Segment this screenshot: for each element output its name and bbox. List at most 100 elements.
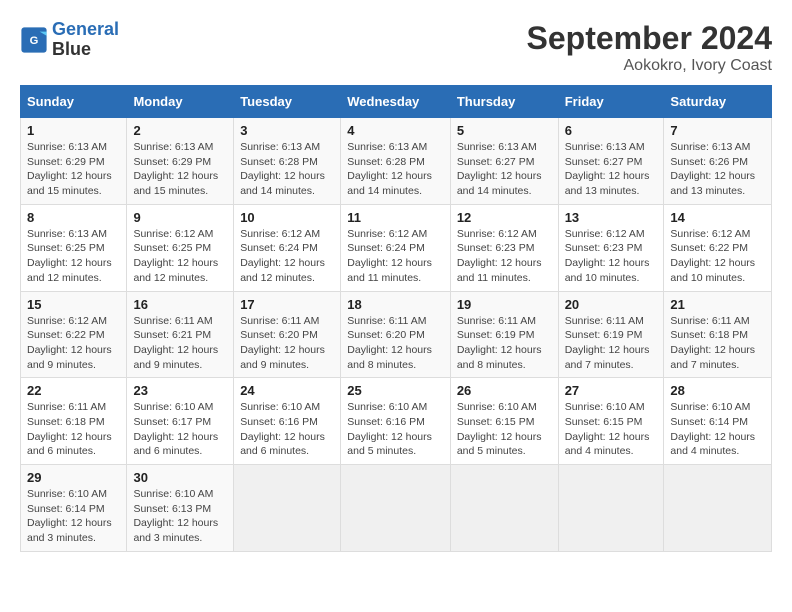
day-info: Sunrise: 6:10 AMSunset: 6:16 PMDaylight:… (347, 401, 432, 457)
day-number: 18 (347, 297, 444, 312)
calendar-cell: 16 Sunrise: 6:11 AMSunset: 6:21 PMDayligh… (127, 291, 234, 378)
day-number: 28 (670, 383, 765, 398)
day-info: Sunrise: 6:11 AMSunset: 6:19 PMDaylight:… (457, 315, 542, 371)
day-info: Sunrise: 6:11 AMSunset: 6:19 PMDaylight:… (565, 315, 650, 371)
calendar-cell: 11Sunrise: 6:12 AMSunset: 6:24 PMDayligh… (341, 204, 451, 291)
day-number: 26 (457, 383, 552, 398)
day-info: Sunrise: 6:10 AMSunset: 6:14 PMDaylight:… (27, 488, 112, 544)
header-tuesday: Tuesday (234, 86, 341, 118)
calendar-cell: 21Sunrise: 6:11 AMSunset: 6:18 PMDayligh… (664, 291, 772, 378)
calendar-cell: 30 Sunrise: 6:10 AMSunset: 6:13 PMDayligh… (127, 465, 234, 552)
calendar-cell: 1 Sunrise: 6:13 AMSunset: 6:29 PMDaylight… (21, 118, 127, 205)
calendar-cell: 25 Sunrise: 6:10 AMSunset: 6:16 PMDayligh… (341, 378, 451, 465)
day-number: 29 (27, 470, 120, 485)
day-info: Sunrise: 6:10 AMSunset: 6:15 PMDaylight:… (565, 401, 650, 457)
calendar-cell: 29 Sunrise: 6:10 AMSunset: 6:14 PMDayligh… (21, 465, 127, 552)
day-info: Sunrise: 6:12 AMSunset: 6:24 PMDaylight:… (240, 228, 325, 284)
calendar-week-5: 29 Sunrise: 6:10 AMSunset: 6:14 PMDayligh… (21, 465, 772, 552)
calendar-cell (341, 465, 451, 552)
calendar-cell: 24Sunrise: 6:10 AMSunset: 6:16 PMDayligh… (234, 378, 341, 465)
calendar-cell: 5 Sunrise: 6:13 AMSunset: 6:27 PMDaylight… (450, 118, 558, 205)
svg-text:G: G (30, 35, 39, 47)
day-info: Sunrise: 6:12 AMSunset: 6:23 PMDaylight:… (457, 228, 542, 284)
calendar-cell: 3 Sunrise: 6:13 AMSunset: 6:28 PMDaylight… (234, 118, 341, 205)
day-number: 11 (347, 210, 444, 225)
header-wednesday: Wednesday (341, 86, 451, 118)
day-info: Sunrise: 6:13 AMSunset: 6:28 PMDaylight:… (240, 141, 325, 197)
calendar-cell: 14Sunrise: 6:12 AMSunset: 6:22 PMDayligh… (664, 204, 772, 291)
header-monday: Monday (127, 86, 234, 118)
calendar-cell: 6 Sunrise: 6:13 AMSunset: 6:27 PMDaylight… (558, 118, 664, 205)
day-info: Sunrise: 6:11 AMSunset: 6:20 PMDaylight:… (240, 315, 325, 371)
day-number: 27 (565, 383, 658, 398)
calendar-cell (664, 465, 772, 552)
day-number: 14 (670, 210, 765, 225)
day-number: 1 (27, 123, 120, 138)
month-title: September 2024 (527, 20, 772, 57)
day-info: Sunrise: 6:13 AMSunset: 6:28 PMDaylight:… (347, 141, 432, 197)
day-number: 6 (565, 123, 658, 138)
calendar-cell: 20 Sunrise: 6:11 AMSunset: 6:19 PMDayligh… (558, 291, 664, 378)
day-info: Sunrise: 6:12 AMSunset: 6:23 PMDaylight:… (565, 228, 650, 284)
day-number: 9 (133, 210, 227, 225)
header-thursday: Thursday (450, 86, 558, 118)
day-number: 24 (240, 383, 334, 398)
calendar-cell: 13 Sunrise: 6:12 AMSunset: 6:23 PMDayligh… (558, 204, 664, 291)
day-number: 17 (240, 297, 334, 312)
day-info: Sunrise: 6:10 AMSunset: 6:17 PMDaylight:… (133, 401, 218, 457)
calendar-cell: 17 Sunrise: 6:11 AMSunset: 6:20 PMDayligh… (234, 291, 341, 378)
calendar-cell: 10 Sunrise: 6:12 AMSunset: 6:24 PMDayligh… (234, 204, 341, 291)
calendar-cell: 28Sunrise: 6:10 AMSunset: 6:14 PMDayligh… (664, 378, 772, 465)
calendar-cell: 7 Sunrise: 6:13 AMSunset: 6:26 PMDaylight… (664, 118, 772, 205)
calendar-cell: 26 Sunrise: 6:10 AMSunset: 6:15 PMDayligh… (450, 378, 558, 465)
logo-text: GeneralBlue (52, 20, 119, 60)
logo-icon: G (20, 26, 48, 54)
day-info: Sunrise: 6:12 AMSunset: 6:25 PMDaylight:… (133, 228, 218, 284)
day-info: Sunrise: 6:10 AMSunset: 6:13 PMDaylight:… (133, 488, 218, 544)
day-number: 22 (27, 383, 120, 398)
calendar-cell: 23 Sunrise: 6:10 AMSunset: 6:17 PMDayligh… (127, 378, 234, 465)
location-title: Aokokro, Ivory Coast (527, 57, 772, 75)
calendar-cell: 19Sunrise: 6:11 AMSunset: 6:19 PMDayligh… (450, 291, 558, 378)
day-number: 4 (347, 123, 444, 138)
day-number: 20 (565, 297, 658, 312)
calendar-cell: 22Sunrise: 6:11 AMSunset: 6:18 PMDayligh… (21, 378, 127, 465)
header-saturday: Saturday (664, 86, 772, 118)
header-sunday: Sunday (21, 86, 127, 118)
calendar-week-4: 22Sunrise: 6:11 AMSunset: 6:18 PMDayligh… (21, 378, 772, 465)
day-info: Sunrise: 6:13 AMSunset: 6:26 PMDaylight:… (670, 141, 755, 197)
day-number: 7 (670, 123, 765, 138)
day-number: 13 (565, 210, 658, 225)
calendar-cell (558, 465, 664, 552)
day-info: Sunrise: 6:12 AMSunset: 6:22 PMDaylight:… (27, 315, 112, 371)
calendar-header-row: SundayMondayTuesdayWednesdayThursdayFrid… (21, 86, 772, 118)
day-info: Sunrise: 6:13 AMSunset: 6:27 PMDaylight:… (565, 141, 650, 197)
day-info: Sunrise: 6:10 AMSunset: 6:15 PMDaylight:… (457, 401, 542, 457)
calendar-table: SundayMondayTuesdayWednesdayThursdayFrid… (20, 85, 772, 552)
calendar-cell: 2Sunrise: 6:13 AMSunset: 6:29 PMDaylight… (127, 118, 234, 205)
calendar-cell: 9 Sunrise: 6:12 AMSunset: 6:25 PMDaylight… (127, 204, 234, 291)
day-info: Sunrise: 6:13 AMSunset: 6:25 PMDaylight:… (27, 228, 112, 284)
day-number: 5 (457, 123, 552, 138)
calendar-cell: 8 Sunrise: 6:13 AMSunset: 6:25 PMDaylight… (21, 204, 127, 291)
day-number: 25 (347, 383, 444, 398)
day-info: Sunrise: 6:11 AMSunset: 6:21 PMDaylight:… (133, 315, 218, 371)
day-number: 10 (240, 210, 334, 225)
day-number: 30 (133, 470, 227, 485)
logo: G GeneralBlue (20, 20, 119, 60)
day-number: 23 (133, 383, 227, 398)
day-info: Sunrise: 6:13 AMSunset: 6:29 PMDaylight:… (27, 141, 112, 197)
day-info: Sunrise: 6:13 AMSunset: 6:29 PMDaylight:… (133, 141, 218, 197)
calendar-cell: 12 Sunrise: 6:12 AMSunset: 6:23 PMDayligh… (450, 204, 558, 291)
day-number: 16 (133, 297, 227, 312)
page-header: G GeneralBlue September 2024 Aokokro, Iv… (20, 20, 772, 75)
header-friday: Friday (558, 86, 664, 118)
day-number: 12 (457, 210, 552, 225)
title-area: September 2024 Aokokro, Ivory Coast (527, 20, 772, 75)
day-info: Sunrise: 6:13 AMSunset: 6:27 PMDaylight:… (457, 141, 542, 197)
day-number: 8 (27, 210, 120, 225)
day-number: 3 (240, 123, 334, 138)
calendar-cell (234, 465, 341, 552)
day-number: 21 (670, 297, 765, 312)
calendar-week-2: 8 Sunrise: 6:13 AMSunset: 6:25 PMDaylight… (21, 204, 772, 291)
